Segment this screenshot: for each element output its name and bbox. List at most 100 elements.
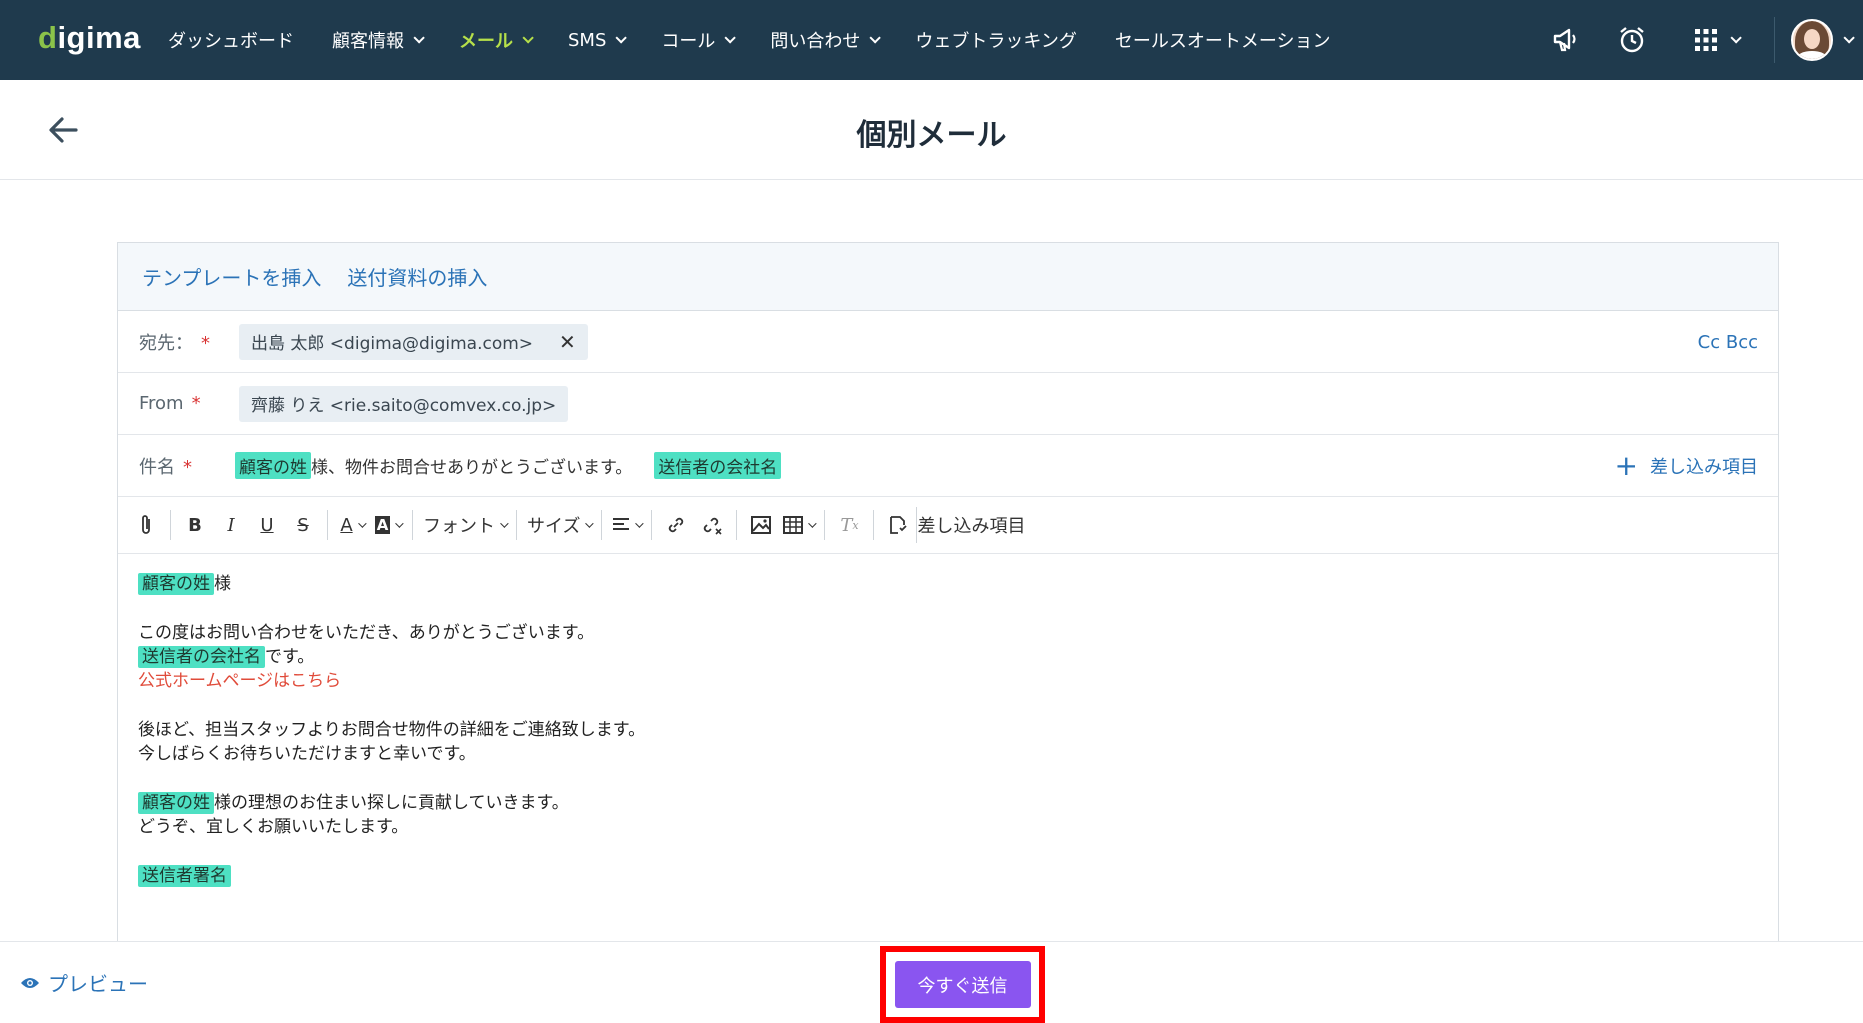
eye-icon [21, 977, 39, 988]
chevron-down-icon [522, 32, 534, 44]
chevron-down-icon [869, 32, 882, 44]
subject-merge-field-button[interactable]: + 差し込み項目 [1615, 435, 1758, 497]
clear-format-icon[interactable]: Tx [831, 507, 867, 543]
body-line [138, 839, 1758, 863]
font-size-select[interactable]: サイズ [523, 507, 595, 543]
to-label: 宛先： * [139, 332, 210, 354]
merge-tag-last-name: 顧客の姓 [138, 791, 214, 814]
recipient-chip[interactable]: 出島 太郎 <digima@digima.com> ✕ [239, 323, 588, 360]
chevron-down-icon[interactable] [1730, 32, 1742, 44]
chevron-down-icon [615, 32, 628, 44]
nav-web-tracking[interactable]: ウェブトラッキング [915, 27, 1076, 53]
nav-label: メール [459, 31, 513, 52]
body-line: 後ほど、担当スタッフよりお問合せ物件の詳細をご連絡致します。 [138, 719, 646, 740]
compose-actions: テンプレートを挿入 送付資料の挿入 [118, 243, 1778, 311]
highlight-color-icon[interactable]: A [370, 507, 406, 543]
subject-input[interactable]: 顧客の姓 様、物件お問合せありがとうございます。 送信者の会社名 [235, 452, 782, 479]
send-now-button[interactable]: 今すぐ送信 [894, 961, 1031, 1008]
merge-field-label: 差し込み項目 [1650, 457, 1758, 478]
text-color-icon[interactable]: A [334, 507, 370, 543]
insert-attachment-link[interactable]: 送付資料の挿入 [347, 262, 487, 291]
body-line: この度はお問い合わせをいただき、ありがとうございます。 [138, 622, 595, 643]
merge-tag-last-name: 顧客の姓 [235, 452, 311, 479]
body-line [138, 693, 1758, 717]
nav-label: ダッシュボード [168, 31, 294, 52]
nav-label: コール [661, 31, 716, 52]
chevron-down-icon[interactable] [1843, 32, 1855, 44]
nav-call[interactable]: コール [661, 27, 737, 53]
nav-label: 問い合わせ [770, 31, 861, 52]
page-header: 個別メール [0, 80, 1863, 180]
body-line: どうぞ、宜しくお願いいたします。 [138, 816, 409, 837]
preview-button[interactable]: プレビュー [20, 968, 148, 997]
nav-mail[interactable]: メール [459, 27, 534, 53]
plus-icon: + [1614, 449, 1638, 482]
link-icon[interactable] [658, 507, 694, 543]
subject-text: 様、物件お問合せありがとうございます。 [311, 458, 633, 478]
homepage-link[interactable]: 公式ホームページはこちら [138, 669, 1758, 693]
avatar[interactable] [1791, 19, 1833, 61]
main-menu: ダッシュボード 顧客情報 メール SMS コール 問い合わせ ウェブトラッキング… [168, 0, 1369, 80]
cc-bcc-link[interactable]: Cc Bcc [1698, 311, 1758, 373]
from-label: From * [139, 393, 201, 414]
page-title: 個別メール [856, 118, 1007, 153]
alarm-clock-icon[interactable] [1612, 20, 1652, 60]
nav-label: 顧客情報 [332, 31, 404, 52]
top-navbar: digima ダッシュボード 顧客情報 メール SMS コール 問い合わせ ウェ… [0, 0, 1863, 80]
nav-divider [1774, 17, 1775, 63]
image-icon[interactable] [743, 507, 779, 543]
body-line [138, 766, 1758, 790]
bold-icon[interactable]: B [177, 507, 213, 543]
logo-prefix: d [38, 20, 58, 55]
remove-recipient-icon[interactable]: ✕ [559, 330, 576, 354]
table-icon[interactable] [779, 507, 818, 543]
logo-text: igima [57, 20, 141, 55]
preview-label: プレビュー [48, 972, 148, 996]
email-body-editor[interactable]: 顧客の姓様 この度はお問い合わせをいただき、ありがとうございます。 送信者の会社… [118, 554, 1778, 906]
editor-toolbar: B I U S A A フォント サイズ Tx 差し込み項目 [118, 497, 1778, 554]
body-line: 送信者署名 [138, 864, 1758, 888]
sender-chip-label: 齊藤 りえ <rie.saito@comvex.co.jp> [251, 396, 557, 416]
body-line: 今しばらくお待ちいただけますと幸いです。 [138, 744, 476, 765]
from-row: From * 齊藤 りえ <rie.saito@comvex.co.jp> [118, 373, 1778, 435]
to-row: 宛先： * 出島 太郎 <digima@digima.com> ✕ Cc Bcc [118, 311, 1778, 373]
nav-sms[interactable]: SMS [568, 29, 628, 51]
merge-field-icon[interactable] [880, 507, 916, 543]
align-icon[interactable] [608, 507, 645, 543]
nav-customers[interactable]: 顧客情報 [332, 27, 425, 53]
compose-footer: プレビュー 今すぐ送信 [0, 941, 1863, 1023]
body-line: 顧客の姓様 [138, 572, 1758, 596]
toolbar-merge-field-button[interactable]: 差し込み項目 [916, 507, 1029, 543]
font-family-select[interactable]: フォント [419, 507, 510, 543]
nav-dashboard[interactable]: ダッシュボード [168, 27, 294, 53]
unlink-icon[interactable] [694, 507, 730, 543]
subject-label: 件名 * [139, 456, 192, 478]
merge-tag-last-name: 顧客の姓 [138, 573, 214, 595]
chevron-down-icon [724, 32, 737, 44]
chevron-down-icon [413, 32, 425, 44]
merge-tag-signature: 送信者署名 [138, 864, 231, 887]
send-highlight-box: 今すぐ送信 [880, 946, 1045, 1023]
underline-icon[interactable]: U [249, 507, 285, 543]
nav-right-tools [1520, 0, 1863, 80]
digima-logo[interactable]: digima [38, 20, 141, 56]
nav-label: ウェブトラッキング [915, 31, 1077, 52]
recipient-chip-label: 出島 太郎 <digima@digima.com> [251, 334, 534, 354]
megaphone-icon[interactable] [1546, 20, 1586, 60]
sender-chip[interactable]: 齊藤 りえ <rie.saito@comvex.co.jp> [239, 385, 569, 422]
body-line: 顧客の姓 様の理想のお住まい探しに貢献していきます。 [138, 791, 1758, 815]
attachment-icon[interactable] [128, 507, 164, 543]
body-line: 送信者の会社名 です。 [138, 645, 1758, 669]
subject-row: 件名 * 顧客の姓 様、物件お問合せありがとうございます。 送信者の会社名 + 差… [118, 435, 1778, 497]
strikethrough-icon[interactable]: S [285, 507, 321, 543]
compose-card: テンプレートを挿入 送付資料の挿入 宛先： * 出島 太郎 <digima@dig… [117, 242, 1779, 942]
insert-template-link[interactable]: テンプレートを挿入 [142, 262, 321, 291]
merge-tag-company: 送信者の会社名 [138, 645, 265, 668]
nav-inquiries[interactable]: 問い合わせ [770, 27, 882, 53]
body-line [138, 596, 1758, 620]
italic-icon[interactable]: I [213, 507, 249, 543]
merge-tag-company: 送信者の会社名 [654, 452, 782, 479]
nav-label: SMS [568, 29, 607, 51]
nav-sales-automation[interactable]: セールスオートメーション [1115, 27, 1331, 53]
apps-grid-icon[interactable] [1686, 20, 1726, 60]
